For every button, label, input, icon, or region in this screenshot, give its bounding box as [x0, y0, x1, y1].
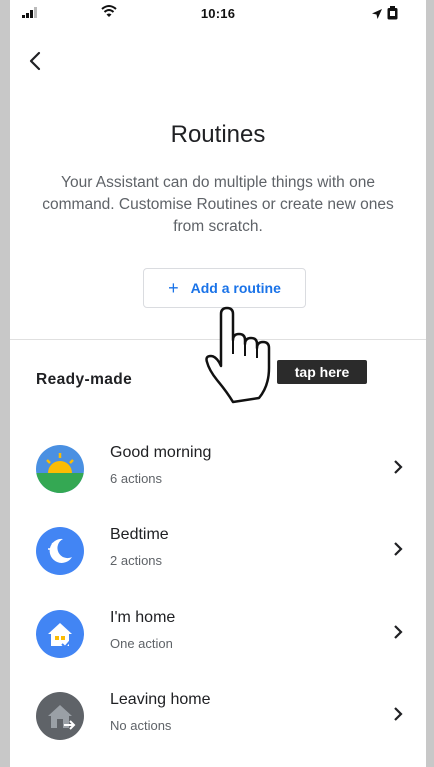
tap-here-label: tap here: [277, 360, 367, 384]
home-leave-icon: [36, 692, 84, 740]
hand-pointer-icon: [205, 306, 271, 404]
moon-icon: [36, 527, 84, 575]
back-arrow-icon[interactable]: [24, 49, 48, 73]
plus-icon: +: [168, 278, 179, 298]
routine-row-im-home[interactable]: I'm home One action: [10, 601, 426, 671]
phone-screen: 10:16 Routines Your Assistant can do mul…: [10, 0, 426, 767]
add-routine-label: Add a routine: [190, 280, 281, 296]
sunrise-icon: [36, 445, 84, 493]
home-arrive-icon: [36, 610, 84, 658]
chevron-right-icon: [394, 460, 403, 474]
routine-actions: No actions: [110, 718, 172, 733]
location-icon: [372, 9, 382, 19]
routine-actions: 6 actions: [110, 471, 163, 486]
status-time: 10:16: [200, 6, 236, 21]
add-routine-button[interactable]: + Add a routine: [143, 268, 306, 308]
status-bar: 10:16: [10, 0, 426, 26]
routine-name: Bedtime: [110, 526, 169, 543]
routine-actions: 2 actions: [110, 553, 163, 568]
section-title: Ready-made: [36, 371, 133, 388]
routine-name: I'm home: [110, 609, 176, 626]
routine-row-good-morning[interactable]: Good morning 6 actions: [10, 436, 426, 506]
chevron-right-icon: [394, 542, 403, 556]
battery-icon: [387, 6, 398, 20]
routine-row-bedtime[interactable]: Bedtime 2 actions: [10, 518, 426, 588]
chevron-right-icon: [394, 707, 403, 721]
chevron-right-icon: [394, 625, 403, 639]
routine-actions: One action: [110, 636, 173, 651]
page-title: Routines: [170, 121, 266, 148]
routine-row-leaving-home[interactable]: Leaving home No actions: [10, 683, 426, 753]
routine-name: Leaving home: [110, 691, 211, 708]
routine-name: Good morning: [110, 444, 212, 461]
page-description: Your Assistant can do multiple things wi…: [42, 174, 394, 235]
